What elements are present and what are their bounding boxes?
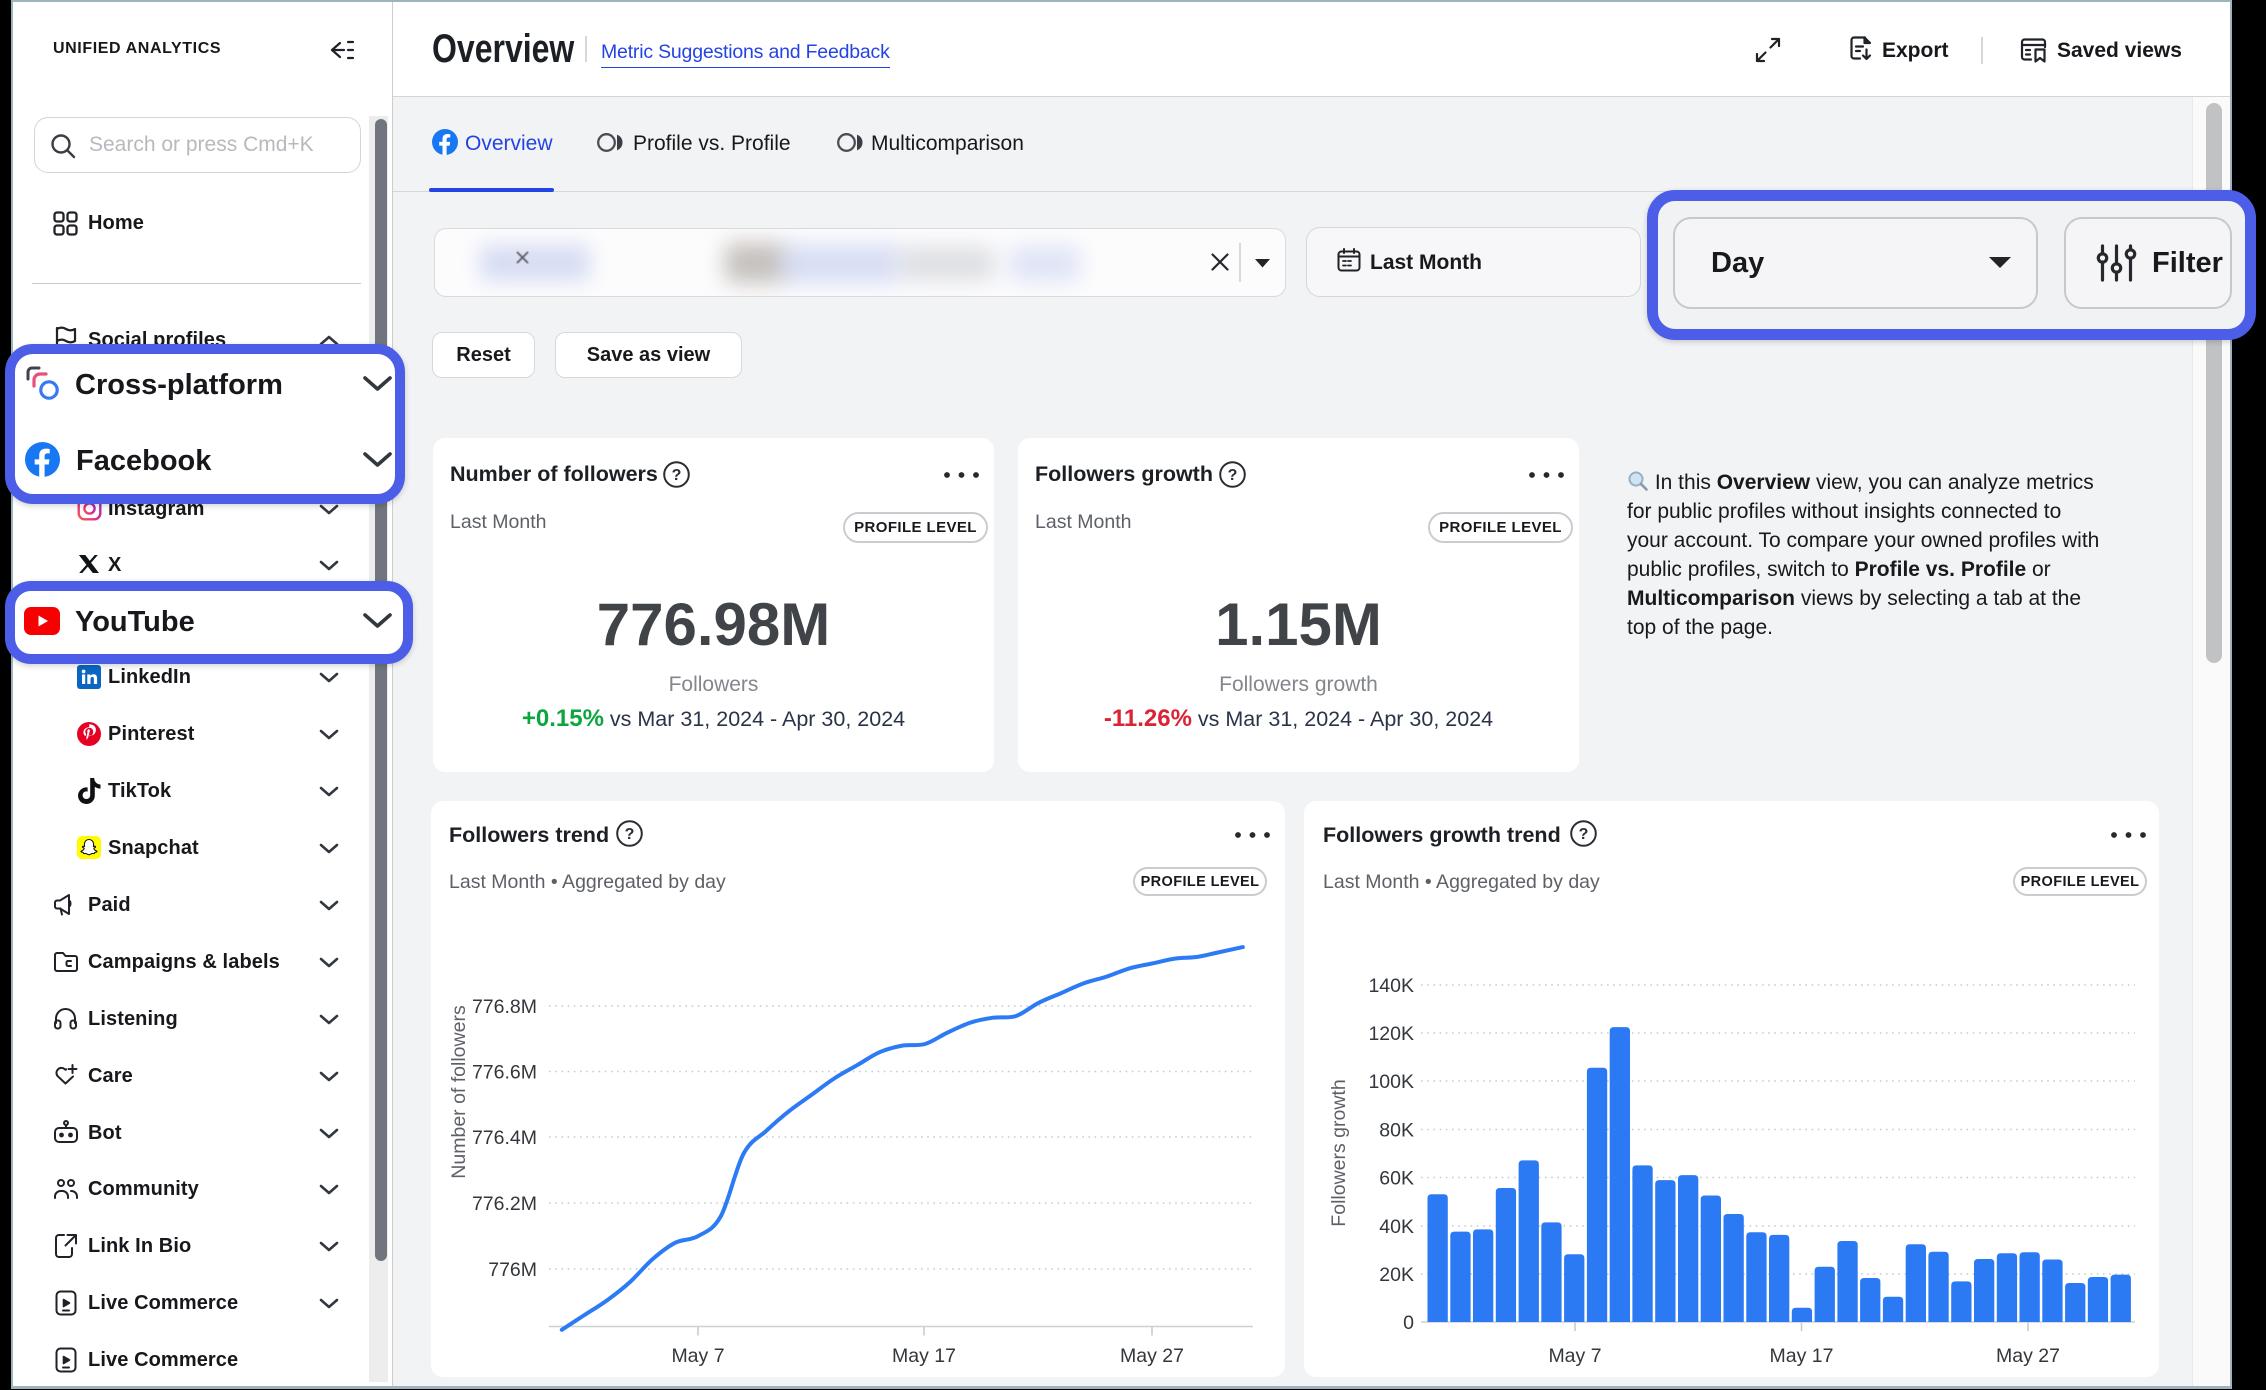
svg-text:776.2M: 776.2M: [472, 1193, 537, 1215]
svg-text:120K: 120K: [1368, 1023, 1414, 1045]
svg-text:20K: 20K: [1379, 1264, 1414, 1286]
svg-text:0: 0: [1403, 1312, 1414, 1334]
svg-text:May 7: May 7: [671, 1345, 724, 1367]
svg-text:776.6M: 776.6M: [472, 1062, 537, 1084]
svg-text:?: ?: [1228, 467, 1238, 484]
svg-text:60K: 60K: [1379, 1168, 1414, 1190]
svg-text:May 17: May 17: [1770, 1345, 1834, 1367]
svg-text:May 27: May 27: [1996, 1345, 2060, 1367]
svg-text:May 27: May 27: [1120, 1345, 1184, 1367]
svg-text:776.4M: 776.4M: [472, 1127, 537, 1149]
svg-text:Number of followers: Number of followers: [448, 1005, 470, 1179]
svg-text:?: ?: [672, 467, 682, 484]
svg-text:776M: 776M: [488, 1259, 537, 1281]
svg-text:May 7: May 7: [1548, 1345, 1601, 1367]
svg-text:Followers growth: Followers growth: [1328, 1079, 1350, 1226]
svg-text:40K: 40K: [1379, 1216, 1414, 1238]
svg-text:776.8M: 776.8M: [472, 996, 537, 1018]
svg-text:80K: 80K: [1379, 1120, 1414, 1142]
svg-text:100K: 100K: [1368, 1071, 1414, 1093]
svg-text:May 17: May 17: [892, 1345, 956, 1367]
svg-text:140K: 140K: [1368, 975, 1414, 997]
